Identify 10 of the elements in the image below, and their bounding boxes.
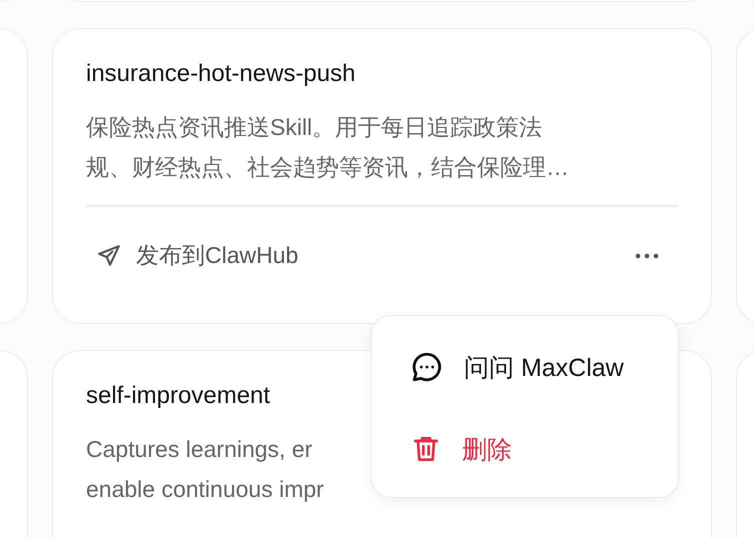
skill-title: insurance-hot-news-push [86, 59, 356, 89]
skill-description: 保险热点资讯推送Skill。用于每日追踪政策法 规、财经热点、社会趋势等资讯，结合保险理… [86, 113, 569, 182]
menu-item[interactable]: 删除 [372, 408, 678, 490]
more-icon[interactable] [634, 252, 660, 260]
paper-plane-icon [96, 242, 122, 268]
menu-item[interactable]: 问问 MaxClaw [372, 326, 678, 408]
chat-bubble-icon [410, 350, 444, 384]
skill-title: self-improvement [86, 381, 272, 411]
skill-description: Captures learnings, er enable continuous impr [86, 435, 324, 504]
publish-button[interactable]: 发布到ClawHub [86, 240, 298, 271]
